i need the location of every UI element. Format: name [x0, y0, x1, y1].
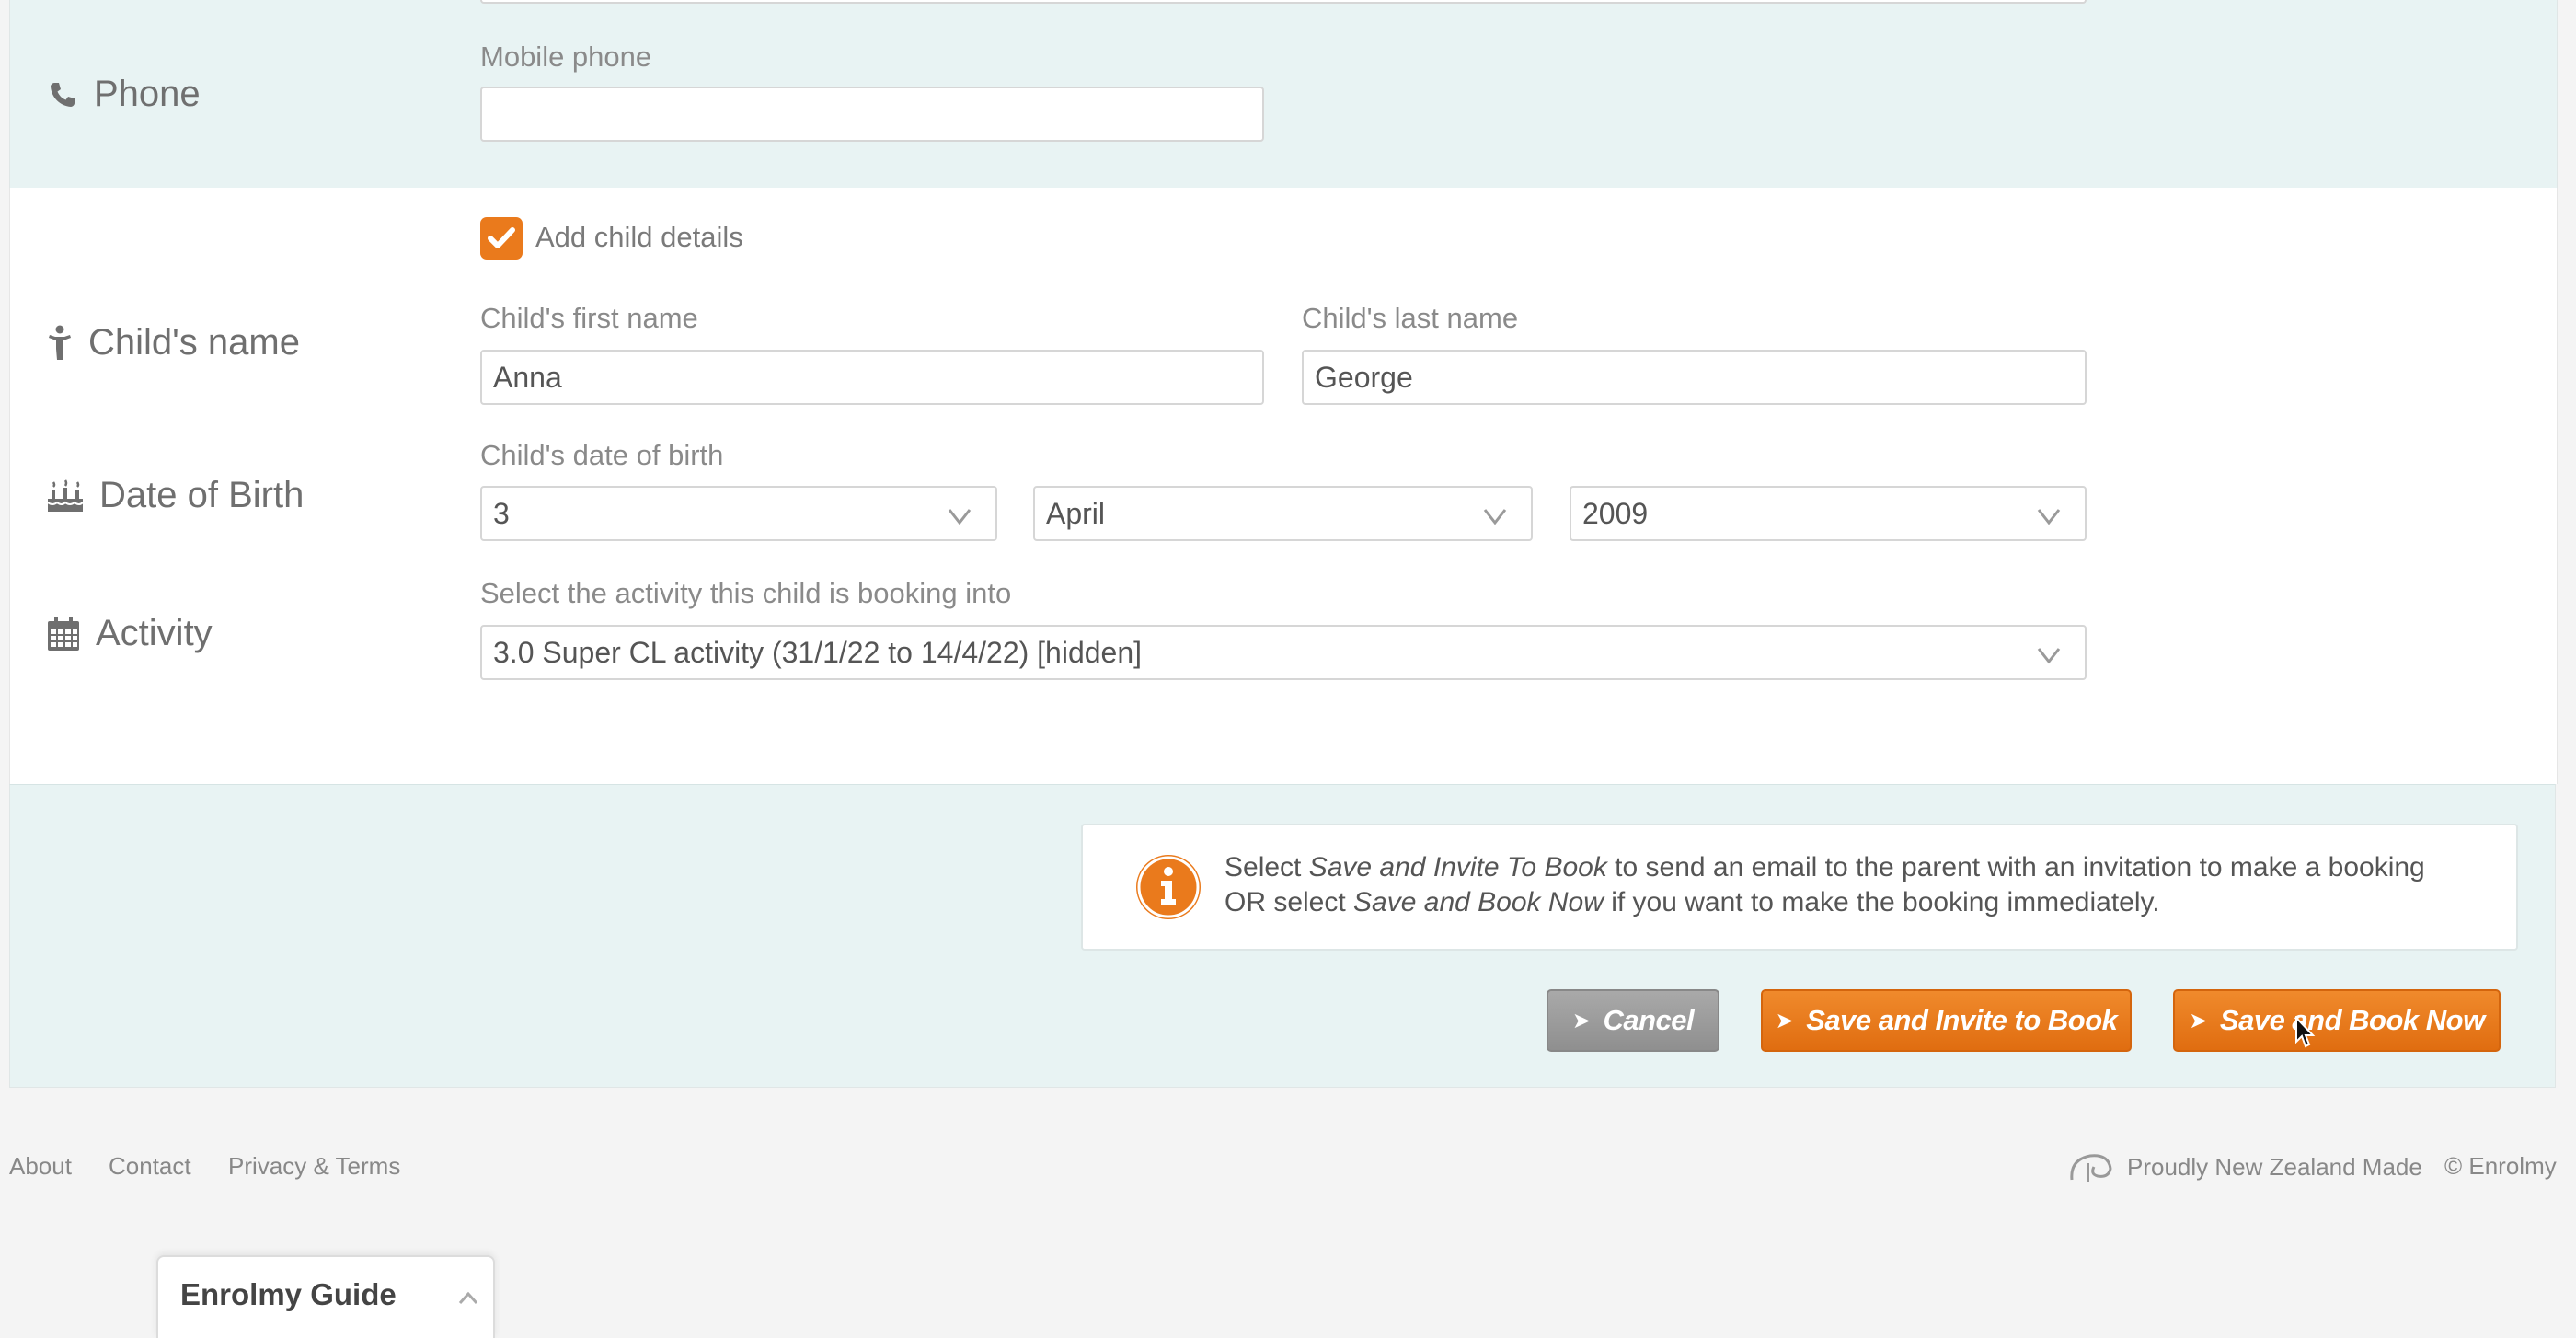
calendar-icon — [46, 616, 81, 652]
arrow-right-icon: ➤ — [1775, 1008, 1794, 1033]
mouse-cursor-icon — [2295, 1016, 2316, 1048]
dob-month-select[interactable]: April — [1033, 486, 1533, 541]
childs-name-row-label: Child's name — [46, 322, 300, 363]
activity-select-label: Select the activity this child is bookin… — [480, 577, 1012, 609]
arrow-right-icon: ➤ — [1571, 1008, 1591, 1033]
date-of-birth-row-label: Date of Birth — [46, 475, 304, 516]
chevron-down-icon — [948, 509, 972, 525]
child-first-name-input[interactable]: Anna — [480, 350, 1264, 405]
footer-about-link[interactable]: About — [9, 1152, 72, 1181]
dob-month-value: April — [1046, 496, 1106, 530]
enrolmy-guide-title: Enrolmy Guide — [180, 1277, 397, 1311]
activity-select[interactable]: 3.0 Super CL activity (31/1/22 to 14/4/2… — [480, 625, 2087, 680]
activity-row-label: Activity — [46, 613, 213, 654]
phone-row-label: Phone — [46, 74, 201, 115]
footer-copyright: © Enrolmy — [2444, 1152, 2557, 1180]
save-and-book-now-button[interactable]: ➤ Save and Book Now — [2173, 989, 2501, 1052]
fern-icon — [2070, 1154, 2112, 1182]
chevron-down-icon — [1483, 509, 1507, 525]
enrolmy-guide-widget[interactable]: Enrolmy Guide — [156, 1255, 495, 1338]
mobile-phone-label: Mobile phone — [480, 40, 652, 73]
chevron-down-icon — [2037, 648, 2061, 664]
footer-contact-link[interactable]: Contact — [109, 1152, 191, 1181]
previous-field-bottom-edge — [480, 0, 2087, 4]
checkmark-icon — [488, 227, 515, 248]
child-icon — [46, 325, 74, 362]
dob-year-select[interactable]: 2009 — [1570, 486, 2087, 541]
info-text: Select Save and Invite To Book to send a… — [1225, 850, 2425, 920]
birthday-cake-icon — [46, 478, 85, 514]
activity-value: 3.0 Super CL activity (31/1/22 to 14/4/2… — [493, 635, 1143, 669]
add-child-details-label: Add child details — [535, 221, 743, 253]
child-first-name-label: Child's first name — [480, 302, 698, 334]
save-and-invite-button[interactable]: ➤ Save and Invite to Book — [1761, 989, 2132, 1052]
add-child-details-checkbox[interactable] — [480, 217, 523, 260]
info-line-2: OR select Save and Book Now if you want … — [1225, 887, 2160, 917]
child-last-name-input[interactable]: George — [1302, 350, 2087, 405]
dob-day-select[interactable]: 3 — [480, 486, 997, 541]
phone-section — [9, 0, 2558, 188]
chevron-down-icon — [2037, 509, 2061, 525]
chevron-up-icon[interactable] — [458, 1290, 478, 1305]
phone-icon — [46, 76, 79, 113]
mobile-phone-input[interactable] — [480, 87, 1264, 142]
child-dob-label: Child's date of birth — [480, 439, 724, 471]
dob-year-value: 2009 — [1582, 496, 1649, 530]
cancel-button[interactable]: ➤ Cancel — [1547, 989, 1719, 1052]
info-line-1: Select Save and Invite To Book to send a… — [1225, 852, 2425, 882]
dob-day-value: 3 — [493, 496, 510, 530]
child-last-name-label: Child's last name — [1302, 302, 1519, 334]
info-icon — [1136, 855, 1201, 919]
footer-privacy-link[interactable]: Privacy & Terms — [228, 1152, 400, 1181]
nz-made: Proudly New Zealand Made — [2068, 1150, 2422, 1183]
arrow-right-icon: ➤ — [2189, 1008, 2207, 1033]
